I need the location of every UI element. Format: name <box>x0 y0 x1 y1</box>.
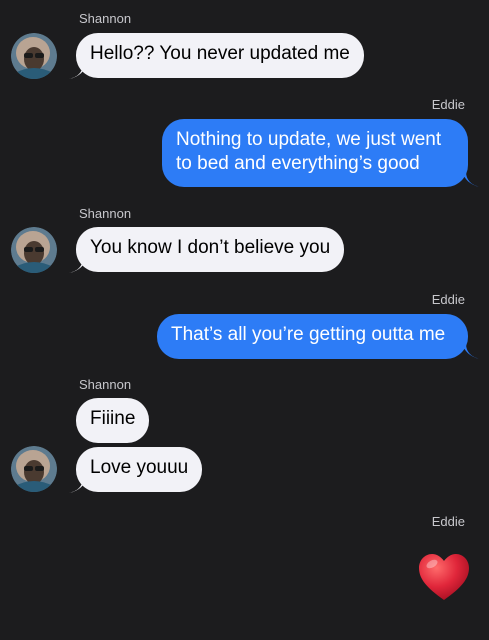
message-bubble-incoming[interactable]: Fiiine <box>76 398 150 443</box>
bubble-tail-icon <box>462 343 480 359</box>
message-bubble-incoming[interactable]: You know I don’t believe you <box>76 227 345 272</box>
contact-avatar-icon[interactable] <box>11 227 57 273</box>
message-bubble-outgoing[interactable]: That’s all you’re getting outta me <box>157 314 468 359</box>
red-heart-icon[interactable] <box>417 552 471 602</box>
message-bubble-incoming[interactable]: Love youuu <box>76 447 203 492</box>
bubble-tail-icon <box>69 477 87 493</box>
message-bubble-outgoing[interactable]: Nothing to update, we just went to bed a… <box>162 119 468 187</box>
sender-name-shannon: Shannon <box>79 11 132 26</box>
bubble-tail-icon <box>69 63 87 79</box>
bubble-tail-icon <box>69 257 87 273</box>
sender-name-eddie: Eddie <box>431 292 465 307</box>
message-thread: Shannon Hello?? You never updated me Edd… <box>0 0 489 640</box>
contact-avatar-icon[interactable] <box>11 33 57 79</box>
bubble-tail-icon <box>462 171 480 187</box>
sender-name-eddie: Eddie <box>431 514 465 529</box>
message-bubble-incoming[interactable]: Hello?? You never updated me <box>76 33 364 78</box>
sender-name-eddie: Eddie <box>431 97 465 112</box>
sender-name-shannon: Shannon <box>79 377 132 392</box>
sender-name-shannon: Shannon <box>79 206 132 221</box>
contact-avatar-icon[interactable] <box>11 446 57 492</box>
